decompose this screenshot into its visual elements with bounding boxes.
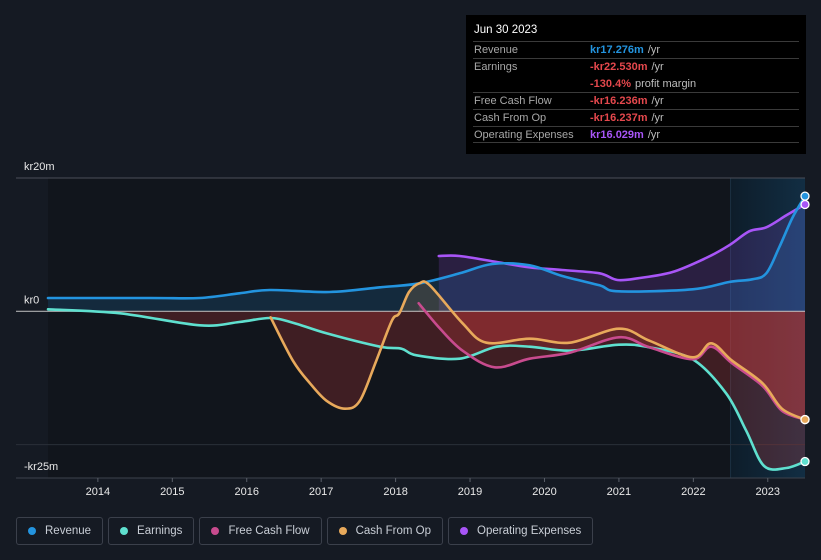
tooltip-value: -kr22.530m	[590, 61, 648, 73]
earnings-end-marker	[800, 456, 810, 467]
x-tick-label: 2018	[383, 486, 407, 498]
tooltip-label: Revenue	[474, 44, 519, 56]
tooltip-value: -kr16.237m	[590, 112, 648, 124]
tooltip-row-earnings: Earnings -kr22.530m /yr	[473, 58, 799, 75]
legend-label: Operating Expenses	[477, 525, 582, 537]
tooltip-value: kr17.276m	[590, 44, 644, 56]
x-tick-label: 2014	[86, 486, 110, 498]
tooltip-row-operating-expenses: Operating Expenses kr16.029m /yr	[473, 126, 799, 143]
tooltip-suffix: /yr	[647, 129, 661, 141]
tooltip-date: Jun 30 2023	[474, 24, 538, 36]
legend-toggle-operating-expenses[interactable]: Operating Expenses	[448, 517, 594, 545]
x-tick-label: 2015	[160, 486, 184, 498]
x-tick-label: 2016	[234, 486, 258, 498]
chart-legend: Revenue Earnings Free Cash Flow Cash Fro…	[16, 517, 594, 545]
legend-label: Earnings	[137, 525, 183, 537]
legend-dot-icon	[338, 527, 347, 535]
x-tick-label: 2023	[756, 486, 780, 498]
tooltip-row-free-cash-flow: Free Cash Flow -kr16.236m /yr	[473, 92, 799, 109]
tooltip-row-cash-from-op: Cash From Op -kr16.237m /yr	[473, 109, 799, 126]
legend-label: Free Cash Flow	[228, 525, 310, 537]
x-tick-label: 2020	[532, 486, 556, 498]
opex-end-marker	[800, 199, 810, 210]
y-tick-label: -kr25m	[24, 461, 58, 473]
y-tick-label: kr20m	[24, 161, 55, 173]
legend-label: Cash From Op	[355, 525, 432, 537]
tooltip-value: kr16.029m	[590, 129, 644, 141]
tooltip-row-profit-margin: -130.4% profit margin	[473, 75, 799, 92]
tooltip-suffix: /yr	[651, 95, 664, 107]
x-tick-label: 2021	[607, 486, 631, 498]
tooltip-suffix: /yr	[647, 44, 661, 56]
tooltip-label: Operating Expenses	[474, 129, 574, 141]
legend-toggle-cash-from-op[interactable]: Cash From Op	[326, 517, 444, 545]
x-tick-label: 2019	[458, 486, 482, 498]
legend-label: Revenue	[45, 525, 92, 537]
tooltip-row-revenue: Revenue kr17.276m /yr	[473, 41, 799, 58]
tooltip-label: Cash From Op	[474, 112, 547, 124]
tooltip-suffix: /yr	[651, 61, 664, 73]
legend-dot-icon	[28, 527, 36, 535]
legend-dot-icon	[460, 527, 469, 535]
x-tick-label: 2017	[309, 486, 333, 498]
tooltip-value: -130.4%	[590, 78, 631, 90]
tooltip-label: Free Cash Flow	[474, 95, 552, 107]
tooltip-label	[473, 76, 590, 92]
tooltip-label: Earnings	[474, 61, 518, 73]
data-tooltip: Jun 30 2023 Revenue kr17.276m /yr Earnin…	[466, 15, 806, 154]
y-tick-label: kr0	[24, 294, 39, 306]
x-tick-label: 2022	[681, 486, 705, 498]
legend-toggle-earnings[interactable]: Earnings	[108, 517, 195, 545]
legend-toggle-free-cash-flow[interactable]: Free Cash Flow	[199, 517, 322, 545]
legend-dot-icon	[211, 527, 220, 535]
tooltip-value: -kr16.236m	[590, 95, 648, 107]
revenue-end-marker	[800, 191, 810, 201]
legend-dot-icon	[120, 527, 129, 535]
cfo-end-marker	[800, 414, 810, 425]
tooltip-suffix: profit margin	[634, 78, 697, 90]
tooltip-suffix: /yr	[651, 112, 664, 124]
legend-toggle-revenue[interactable]: Revenue	[16, 517, 104, 545]
